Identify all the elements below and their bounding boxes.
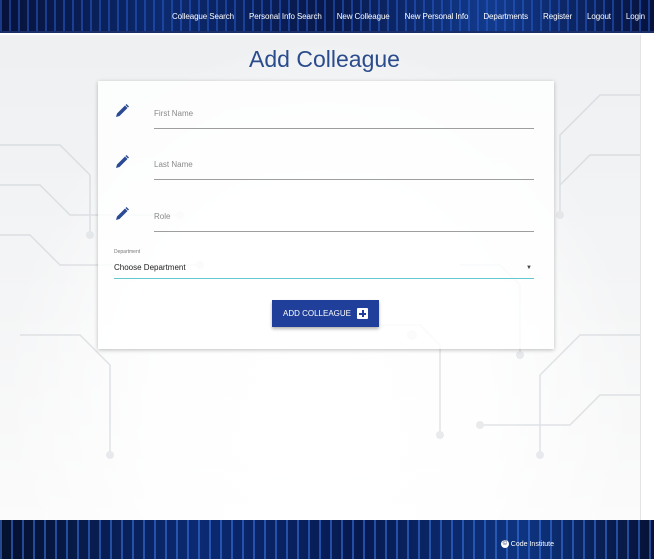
add-colleague-button-label: ADD COLLEAGUE [282, 309, 352, 318]
department-underline [114, 278, 534, 279]
nav-link-personal-info-search[interactable]: Personal Info Search [249, 12, 322, 21]
first-name-input[interactable] [154, 99, 534, 127]
caret-down-icon[interactable]: ▼ [526, 265, 532, 271]
nav-link-login[interactable]: Login [626, 12, 645, 21]
nav-link-new-personal-info[interactable]: New Personal Info [405, 12, 469, 21]
role-field [114, 202, 538, 232]
department-selected-value[interactable]: Choose Department [114, 263, 186, 272]
add-colleague-form-card: Department Choose Department ▼ ADD COLLE… [98, 81, 554, 349]
pencil-icon [116, 155, 129, 168]
nav-link-colleague-search[interactable]: Colleague Search [172, 12, 234, 21]
first-name-underline [154, 128, 534, 129]
nav-link-register[interactable]: Register [543, 12, 572, 21]
last-name-field [114, 150, 538, 180]
nav-link-new-colleague[interactable]: New Colleague [337, 12, 390, 21]
nav-links: Colleague Search Personal Info Search Ne… [172, 0, 654, 33]
plus-box-icon [357, 308, 369, 319]
footer-credit-text: Code Institute [510, 540, 554, 548]
footer-credit: © Code Institute [500, 540, 554, 548]
last-name-underline [154, 179, 534, 180]
pencil-icon [116, 104, 129, 117]
nav-link-departments[interactable]: Departments [483, 12, 528, 21]
top-navbar: Colleague Search Personal Info Search Ne… [0, 0, 654, 33]
page-scrollbar[interactable] [640, 35, 654, 520]
page-title: Add Colleague [249, 46, 400, 72]
department-label: Department [114, 249, 141, 255]
pencil-icon [116, 207, 129, 220]
department-select[interactable]: Department Choose Department ▼ [114, 249, 534, 279]
nav-link-logout[interactable]: Logout [587, 12, 611, 21]
last-name-input[interactable] [154, 150, 534, 178]
role-underline [154, 231, 534, 232]
role-input[interactable] [154, 202, 534, 230]
first-name-field [114, 99, 538, 129]
footer: © Code Institute [0, 520, 654, 559]
copyright-icon: © [500, 540, 509, 548]
add-colleague-button[interactable]: ADD COLLEAGUE [272, 300, 379, 327]
